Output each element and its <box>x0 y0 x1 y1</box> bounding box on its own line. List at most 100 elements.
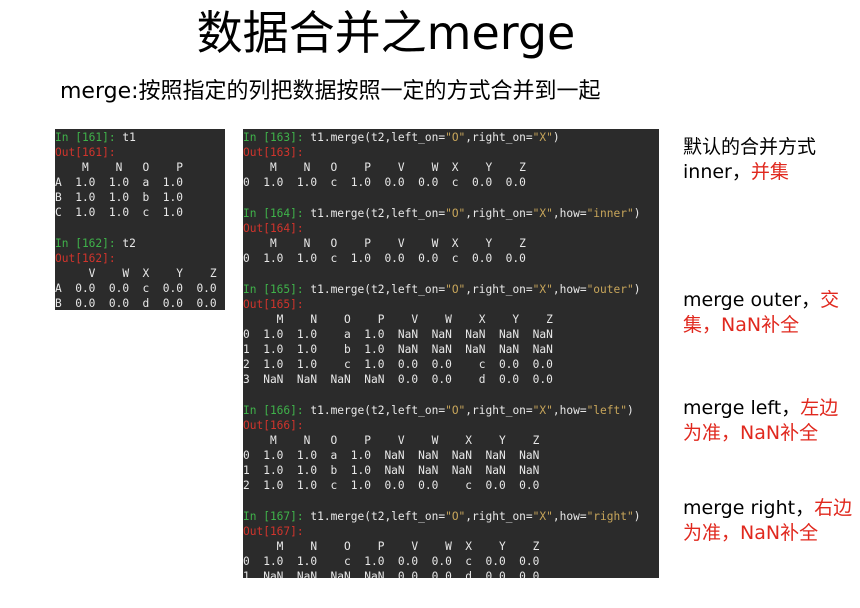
code-text: t1.merge(t2,left_on= <box>303 207 446 220</box>
code-text: ,right_on= <box>465 404 533 417</box>
output-prompt: Out[167]: <box>243 525 304 538</box>
output-line: Out[166]: <box>243 418 659 433</box>
output-row: M N O P V W X Y Z <box>243 540 540 553</box>
input-prompt: In [166]: <box>243 404 304 417</box>
string-literal: "X" <box>532 131 553 144</box>
code-text: ,how= <box>552 207 587 220</box>
code-text: ,how= <box>552 510 587 523</box>
output-row: M N O P V W X Y Z <box>243 313 553 326</box>
input-line: In [164]: t1.merge(t2,left_on="O",right_… <box>243 206 659 221</box>
output-row: A 0.0 0.0 c 0.0 0.0 <box>55 282 217 295</box>
output-row: 3 NaN NaN NaN NaN 0.0 0.0 d 0.0 0.0 <box>243 373 553 386</box>
output-row: M N O P <box>55 161 183 174</box>
input-line: In [165]: t1.merge(t2,left_on="O",right_… <box>243 282 659 297</box>
output-row: M N O P V W X Y Z <box>243 161 526 174</box>
string-literal: "left" <box>586 404 627 417</box>
output-prompt: Out[166]: <box>243 419 304 432</box>
note-inner-text: 默认的合并方式inner， <box>683 136 817 183</box>
code-text: ,how= <box>552 404 587 417</box>
code-text: ,right_on= <box>465 207 533 220</box>
output-line: Out[162]: <box>55 251 225 266</box>
string-literal: "X" <box>532 404 553 417</box>
input-prompt: In [164]: <box>243 207 304 220</box>
output-line: Out[164]: <box>243 221 659 236</box>
note-outer-text: merge outer， <box>683 289 821 311</box>
output-row: M N O P V W X Y Z <box>243 237 526 250</box>
output-row: 0 1.0 1.0 c 1.0 0.0 0.0 c 0.0 0.0 <box>243 555 540 568</box>
string-literal: "X" <box>532 510 553 523</box>
note-left: merge left，左边为准，NaN补全 <box>683 396 853 446</box>
output-row: 1 NaN NaN NaN NaN 0.0 0.0 d 0.0 0.0 <box>243 570 540 578</box>
string-literal: "outer" <box>586 283 634 296</box>
input-line: In [161]: t1 <box>55 130 225 145</box>
output-line: Out[163]: <box>243 145 659 160</box>
output-prompt: Out[163]: <box>243 146 304 159</box>
output-row: B 0.0 0.0 d 0.0 0.0 <box>55 297 217 310</box>
output-row: 2 1.0 1.0 c 1.0 0.0 0.0 c 0.0 0.0 <box>243 479 540 492</box>
code-text: t1.merge(t2,left_on= <box>303 131 446 144</box>
output-prompt: Out[162]: <box>55 252 116 265</box>
code-text: ) <box>633 207 641 220</box>
output-row: 1 1.0 1.0 b 1.0 NaN NaN NaN NaN NaN <box>243 343 553 356</box>
output-row: M N O P V W X Y Z <box>243 434 540 447</box>
note-inner: 默认的合并方式inner，并集 <box>683 135 853 185</box>
code-text: t1.merge(t2,left_on= <box>303 510 446 523</box>
code-text: ) <box>633 510 641 523</box>
page-subtitle: merge:按照指定的列把数据按照一定的方式合并到一起 <box>60 79 601 104</box>
code-cell: In [164]: t1.merge(t2,left_on="O",right_… <box>243 205 659 266</box>
code-cell: In [167]: t1.merge(t2,left_on="O",right_… <box>243 508 659 578</box>
code-text: t1 <box>115 131 136 144</box>
output-prompt: Out[165]: <box>243 298 304 311</box>
page-title: 数据合并之merge <box>196 6 576 60</box>
output-prompt: Out[164]: <box>243 222 304 235</box>
output-line: Out[165]: <box>243 297 659 312</box>
output-line: Out[161]: <box>55 145 225 160</box>
code-text: t1.merge(t2,left_on= <box>303 404 446 417</box>
code-text: ) <box>626 404 634 417</box>
code-text: ,how= <box>552 283 587 296</box>
string-literal: "O" <box>445 131 466 144</box>
input-prompt: In [161]: <box>55 131 116 144</box>
string-literal: "X" <box>532 283 553 296</box>
note-inner-highlight: 并集 <box>750 161 789 183</box>
code-text: ,right_on= <box>465 283 533 296</box>
code-cell: In [166]: t1.merge(t2,left_on="O",right_… <box>243 402 659 493</box>
terminal-left-panel: In [161]: t1 Out[161]: M N O PA 1.0 1.0 a… <box>55 129 225 310</box>
terminal-right-panel: In [163]: t1.merge(t2,left_on="O",right_… <box>243 129 659 578</box>
string-literal: "right" <box>586 510 634 523</box>
code-cell: In [163]: t1.merge(t2,left_on="O",right_… <box>243 129 659 190</box>
output-row: 2 1.0 1.0 c 1.0 0.0 0.0 c 0.0 0.0 <box>243 358 553 371</box>
code-text: t1.merge(t2,left_on= <box>303 283 446 296</box>
output-row: 0 1.0 1.0 c 1.0 0.0 0.0 c 0.0 0.0 <box>243 252 526 265</box>
input-prompt: In [167]: <box>243 510 304 523</box>
input-line: In [163]: t1.merge(t2,left_on="O",right_… <box>243 130 659 145</box>
output-prompt: Out[161]: <box>55 146 116 159</box>
input-prompt: In [163]: <box>243 131 304 144</box>
note-left-text: merge left， <box>683 397 801 419</box>
code-cell: In [161]: t1 Out[161]: M N O PA 1.0 1.0 a… <box>55 129 225 220</box>
string-literal: "O" <box>445 283 466 296</box>
output-row: C 1.0 1.0 c 1.0 <box>55 206 183 219</box>
output-row: A 1.0 1.0 a 1.0 <box>55 176 183 189</box>
output-row: 0 1.0 1.0 a 1.0 NaN NaN NaN NaN NaN <box>243 449 540 462</box>
input-line: In [167]: t1.merge(t2,left_on="O",right_… <box>243 509 659 524</box>
code-text: ) <box>633 283 641 296</box>
string-literal: "O" <box>445 404 466 417</box>
input-line: In [162]: t2 <box>55 236 225 251</box>
output-row: 1 1.0 1.0 b 1.0 NaN NaN NaN NaN NaN <box>243 464 540 477</box>
string-literal: "O" <box>445 207 466 220</box>
code-text: ) <box>552 131 560 144</box>
code-text: ,right_on= <box>465 131 533 144</box>
code-text: ,right_on= <box>465 510 533 523</box>
code-cell: In [162]: t2 Out[162]: V W X Y ZA 0.0 0.0… <box>55 235 225 310</box>
note-right-text: merge right， <box>683 497 815 519</box>
code-text: t2 <box>115 237 136 250</box>
input-prompt: In [162]: <box>55 237 116 250</box>
string-literal: "X" <box>532 207 553 220</box>
input-prompt: In [165]: <box>243 283 304 296</box>
string-literal: "inner" <box>586 207 634 220</box>
output-row: 0 1.0 1.0 c 1.0 0.0 0.0 c 0.0 0.0 <box>243 176 526 189</box>
input-line: In [166]: t1.merge(t2,left_on="O",right_… <box>243 403 659 418</box>
output-line: Out[167]: <box>243 524 659 539</box>
output-row: 0 1.0 1.0 a 1.0 NaN NaN NaN NaN NaN <box>243 328 553 341</box>
